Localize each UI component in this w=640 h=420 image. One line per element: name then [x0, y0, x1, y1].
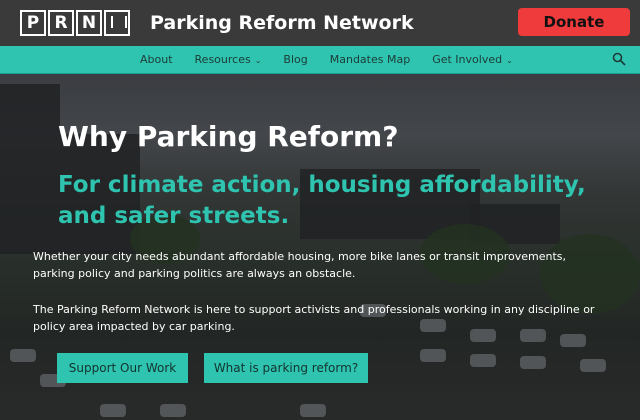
logo-letter-p: P	[20, 10, 46, 36]
nav-item-label: About	[140, 53, 173, 66]
main-nav: About Resources ⌄ Blog Mandates Map Get I…	[0, 46, 640, 74]
chevron-down-icon: ⌄	[254, 56, 262, 65]
prn-logo[interactable]: P R N	[20, 10, 132, 36]
nav-item-label: Mandates Map	[329, 53, 411, 66]
donate-button[interactable]: Donate	[518, 8, 630, 36]
logo-letter-r: R	[48, 10, 74, 36]
nav-item-get-involved[interactable]: Get Involved ⌄	[432, 53, 513, 66]
nav-item-resources[interactable]: Resources ⌄	[195, 53, 262, 66]
nav-item-mandates-map[interactable]: Mandates Map	[330, 53, 410, 66]
site-title[interactable]: Parking Reform Network	[150, 12, 414, 34]
nav-item-label: Resources	[194, 53, 251, 66]
nav-item-label: Get Involved	[432, 53, 503, 66]
support-our-work-button[interactable]: Support Our Work	[57, 353, 188, 383]
search-icon[interactable]	[612, 52, 626, 66]
hero-heading: Why Parking Reform?	[58, 120, 399, 153]
logo-mark-icon	[104, 10, 130, 36]
hero-paragraph-1: Whether your city needs abundant afforda…	[33, 250, 567, 280]
hero-subheading: For climate action, housing affordabilit…	[58, 172, 586, 229]
chevron-down-icon: ⌄	[506, 56, 513, 65]
hero-paragraph-2: The Parking Reform Network is here to su…	[33, 303, 595, 333]
nav-item-about[interactable]: About	[140, 53, 173, 66]
nav-item-label: Blog	[283, 53, 308, 66]
site-header: P R N Parking Reform Network Donate	[0, 0, 640, 46]
nav-item-blog[interactable]: Blog	[283, 53, 307, 66]
what-is-parking-reform-button[interactable]: What is parking reform?	[204, 353, 368, 383]
logo-letter-n: N	[76, 10, 102, 36]
